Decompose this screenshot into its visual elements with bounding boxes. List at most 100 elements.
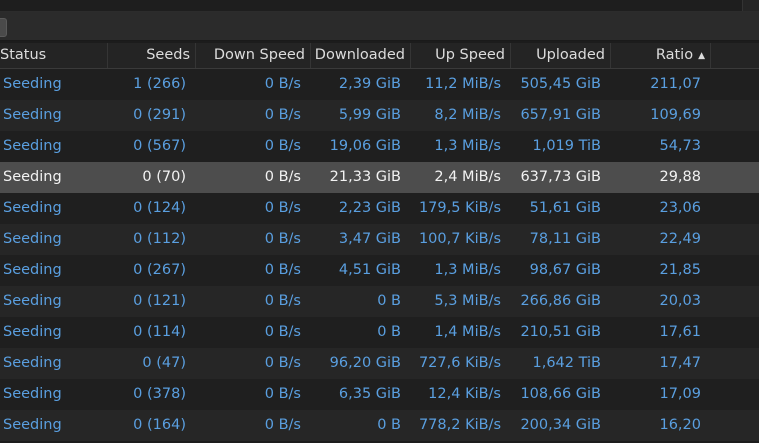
ratio-cell: 54,73 [659, 138, 701, 154]
uploaded-cell: 505,45 GiB [520, 76, 601, 92]
status-cell: Seeding [3, 386, 62, 402]
down-speed-cell: 0 B/s [264, 169, 301, 185]
uploaded-cell: 266,86 GiB [520, 293, 601, 309]
column-header-seeds-label: Seeds [146, 47, 190, 63]
downloaded-cell: 19,06 GiB [329, 138, 401, 154]
downloaded-cell: 0 B [377, 324, 401, 340]
uploaded-cell: 98,67 GiB [529, 262, 601, 278]
seeds-cell: 0 (114) [133, 324, 186, 340]
column-header-up-speed[interactable]: Up Speed [411, 43, 511, 68]
up-speed-cell: 778,2 KiB/s [418, 417, 501, 433]
down-speed-cell: 0 B/s [264, 200, 301, 216]
seeds-cell: 0 (47) [142, 355, 186, 371]
table-row[interactable]: Seeding 0 (47) 0 B/s 96,20 GiB 727,6 KiB/s 1,… [0, 348, 759, 379]
downloaded-cell: 5,99 GiB [338, 107, 401, 123]
down-speed-cell: 0 B/s [264, 324, 301, 340]
status-cell: Seeding [3, 138, 62, 154]
column-header-uploaded-label: Uploaded [536, 47, 605, 63]
uploaded-cell: 1,019 TiB [532, 138, 601, 154]
up-speed-cell: 12,4 KiB/s [428, 386, 501, 402]
downloaded-cell: 3,47 GiB [338, 231, 401, 247]
column-header-status[interactable]: Status [0, 43, 108, 68]
ratio-cell: 17,09 [659, 386, 701, 402]
up-speed-cell: 727,6 KiB/s [418, 355, 501, 371]
ratio-cell: 29,88 [659, 169, 701, 185]
ratio-cell: 109,69 [650, 107, 701, 123]
uploaded-cell: 657,91 GiB [520, 107, 601, 123]
filter-bar [0, 12, 759, 41]
down-speed-cell: 0 B/s [264, 355, 301, 371]
seeds-cell: 0 (70) [142, 169, 186, 185]
table-row[interactable]: Seeding 0 (567) 0 B/s 19,06 GiB 1,3 MiB/s 1,0… [0, 131, 759, 162]
column-header-ratio[interactable]: Ratio ▲ [611, 43, 711, 68]
down-speed-cell: 0 B/s [264, 107, 301, 123]
seeds-cell: 0 (124) [133, 200, 186, 216]
column-header-uploaded[interactable]: Uploaded [511, 43, 611, 68]
window-control-area[interactable] [742, 0, 759, 11]
column-header-down-speed-label: Down Speed [213, 47, 305, 63]
column-header-seeds[interactable]: Seeds [108, 43, 196, 68]
seeds-cell: 0 (378) [133, 386, 186, 402]
ratio-cell: 22,49 [659, 231, 701, 247]
uploaded-cell: 1,642 TiB [532, 355, 601, 371]
downloaded-cell: 0 B [377, 293, 401, 309]
table-row[interactable]: Seeding 0 (112) 0 B/s 3,47 GiB 100,7 KiB/s 78… [0, 224, 759, 255]
table-row[interactable]: Seeding 0 (164) 0 B/s 0 B 778,2 KiB/s 200,34 … [0, 410, 759, 441]
up-speed-cell: 1,3 MiB/s [434, 262, 501, 278]
ratio-cell: 211,07 [650, 76, 701, 92]
down-speed-cell: 0 B/s [264, 76, 301, 92]
column-header-downloaded-label: Downloaded [314, 47, 405, 63]
table-row[interactable]: Seeding 0 (378) 0 B/s 6,35 GiB 12,4 KiB/s 108… [0, 379, 759, 410]
status-cell: Seeding [3, 231, 62, 247]
torrent-list: Seeding 1 (266) 0 B/s 2,39 GiB 11,2 MiB/s 505… [0, 69, 759, 441]
column-header-ratio-label: Ratio [655, 47, 694, 63]
downloaded-cell: 96,20 GiB [329, 355, 401, 371]
ratio-cell: 23,06 [659, 200, 701, 216]
uploaded-cell: 200,34 GiB [520, 417, 601, 433]
uploaded-cell: 51,61 GiB [529, 200, 601, 216]
status-cell: Seeding [3, 293, 62, 309]
table-row[interactable]: Seeding 0 (124) 0 B/s 2,23 GiB 179,5 KiB/s 51… [0, 193, 759, 224]
status-cell: Seeding [3, 169, 62, 185]
column-header-down-speed[interactable]: Down Speed [196, 43, 311, 68]
seeds-cell: 0 (121) [133, 293, 186, 309]
column-header-status-label: Status [0, 47, 47, 63]
downloaded-cell: 2,23 GiB [338, 200, 401, 216]
torrent-window: Status Seeds Down Speed Downloaded Up Sp… [0, 0, 759, 443]
table-row[interactable]: Seeding 0 (70) 0 B/s 21,33 GiB 2,4 MiB/s 637,… [0, 162, 759, 193]
down-speed-cell: 0 B/s [264, 417, 301, 433]
downloaded-cell: 6,35 GiB [338, 386, 401, 402]
seeds-cell: 1 (266) [133, 76, 186, 92]
column-header-row: Status Seeds Down Speed Downloaded Up Sp… [0, 43, 759, 69]
sort-ascending-icon: ▲ [698, 51, 705, 61]
uploaded-cell: 108,66 GiB [520, 386, 601, 402]
up-speed-cell: 1,3 MiB/s [434, 138, 501, 154]
uploaded-cell: 78,11 GiB [529, 231, 601, 247]
seeds-cell: 0 (267) [133, 262, 186, 278]
status-cell: Seeding [3, 200, 62, 216]
downloaded-cell: 2,39 GiB [338, 76, 401, 92]
filter-bar-handle[interactable] [0, 18, 7, 37]
table-row[interactable]: Seeding 0 (267) 0 B/s 4,51 GiB 1,3 MiB/s 98,6… [0, 255, 759, 286]
up-speed-cell: 5,3 MiB/s [434, 293, 501, 309]
up-speed-cell: 11,2 MiB/s [425, 76, 501, 92]
seeds-cell: 0 (164) [133, 417, 186, 433]
seeds-cell: 0 (567) [133, 138, 186, 154]
status-cell: Seeding [3, 262, 62, 278]
table-row[interactable]: Seeding 1 (266) 0 B/s 2,39 GiB 11,2 MiB/s 505… [0, 69, 759, 100]
table-row[interactable]: Seeding 0 (114) 0 B/s 0 B 1,4 MiB/s 210,51 Gi… [0, 317, 759, 348]
seeds-cell: 0 (112) [133, 231, 186, 247]
table-row[interactable]: Seeding 0 (121) 0 B/s 0 B 5,3 MiB/s 266,86 Gi… [0, 286, 759, 317]
status-cell: Seeding [3, 76, 62, 92]
up-speed-cell: 8,2 MiB/s [434, 107, 501, 123]
down-speed-cell: 0 B/s [264, 262, 301, 278]
down-speed-cell: 0 B/s [264, 231, 301, 247]
up-speed-cell: 100,7 KiB/s [418, 231, 501, 247]
downloaded-cell: 21,33 GiB [329, 169, 401, 185]
ratio-cell: 20,03 [659, 293, 701, 309]
column-header-downloaded[interactable]: Downloaded [311, 43, 411, 68]
down-speed-cell: 0 B/s [264, 293, 301, 309]
table-row[interactable]: Seeding 0 (291) 0 B/s 5,99 GiB 8,2 MiB/s 657,… [0, 100, 759, 131]
status-cell: Seeding [3, 324, 62, 340]
downloaded-cell: 4,51 GiB [338, 262, 401, 278]
